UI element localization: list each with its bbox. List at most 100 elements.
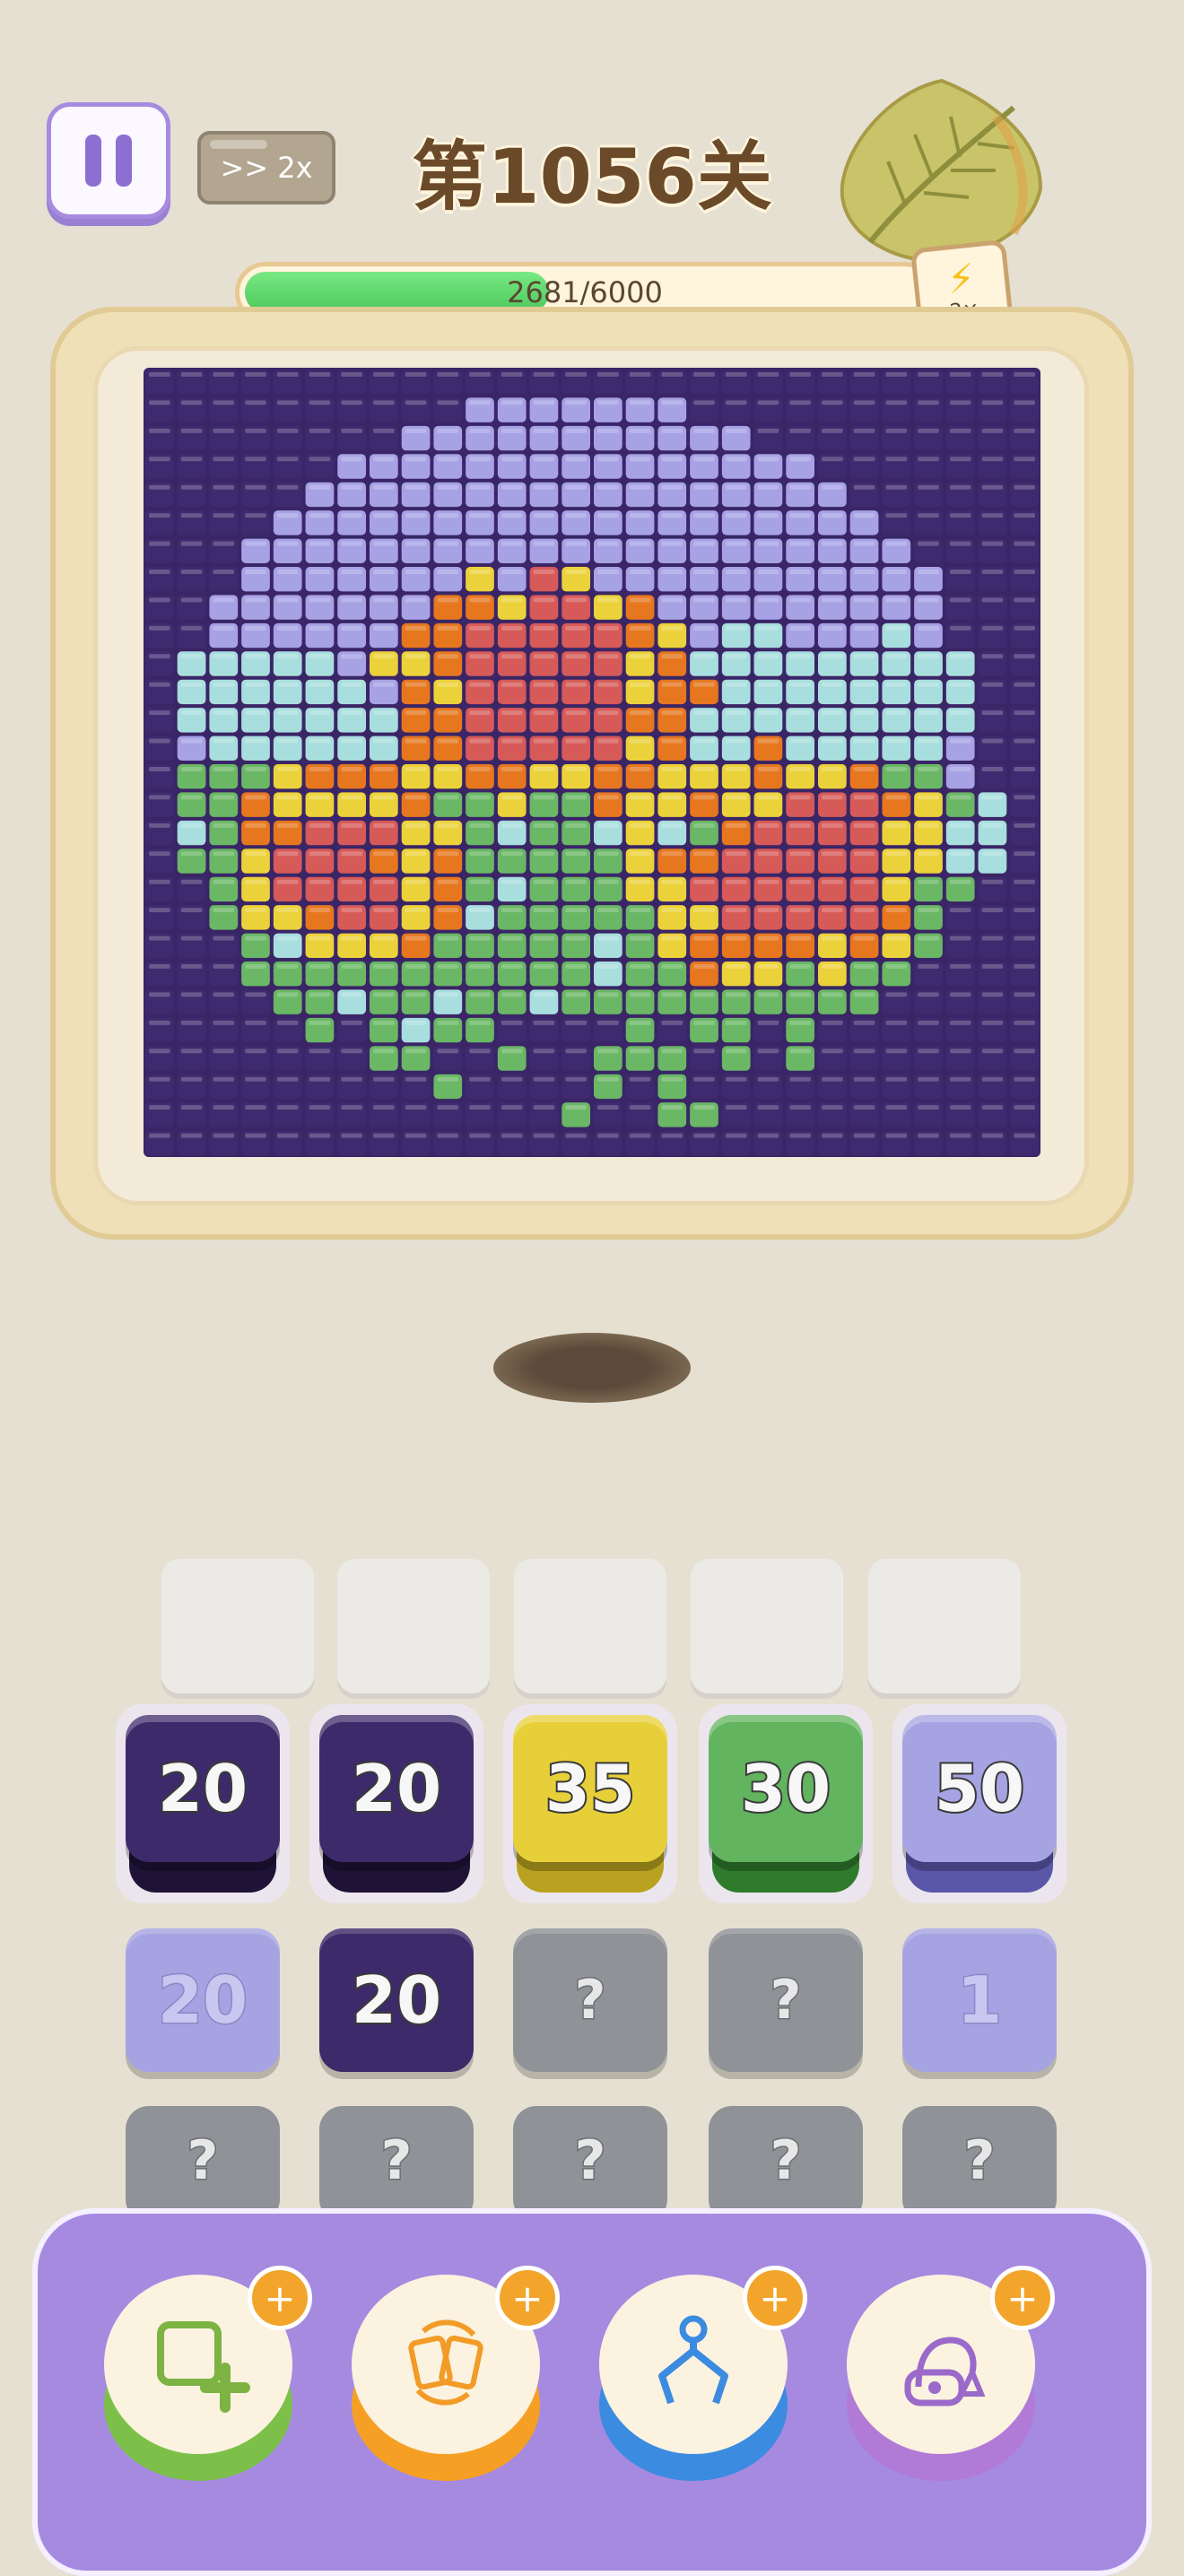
pixel-highlight	[725, 767, 747, 771]
pixel-highlight	[533, 908, 555, 913]
pixel-highlight	[693, 457, 715, 462]
pixel-highlight	[789, 1020, 811, 1025]
hidden-tile: ?	[709, 2106, 863, 2223]
pixel-highlight	[822, 428, 843, 433]
pixel-highlight	[822, 457, 843, 462]
pixel-highlight	[853, 372, 875, 377]
pixel-highlight	[276, 992, 299, 997]
pixel-highlight	[213, 457, 235, 462]
pixel-highlight	[469, 654, 491, 659]
pixel-highlight	[597, 625, 619, 631]
pixel-highlight	[437, 710, 459, 716]
pixel-highlight	[885, 597, 908, 603]
speed-button[interactable]: >> 2x	[197, 131, 335, 205]
pixel-highlight	[918, 851, 939, 857]
pixel-highlight	[693, 908, 715, 913]
pixel-highlight	[276, 484, 299, 490]
plus-badge[interactable]: +	[990, 2266, 1055, 2330]
tool-button[interactable]: +	[104, 2266, 312, 2490]
pixel-highlight	[405, 484, 427, 490]
pixel-highlight	[213, 795, 235, 800]
pixel-highlight	[180, 992, 203, 997]
pixel-highlight	[276, 682, 299, 687]
pixel-highlight	[469, 597, 491, 603]
pixel-highlight	[661, 992, 683, 997]
pixel-highlight	[276, 372, 299, 377]
pixel-highlight	[661, 851, 683, 857]
pixel-highlight	[725, 992, 747, 997]
pixel-highlight	[822, 372, 843, 377]
pixel-highlight	[949, 992, 971, 997]
pixel-highlight	[213, 1020, 235, 1025]
pixel-highlight	[789, 682, 811, 687]
pixel-highlight	[853, 400, 875, 405]
pixel-highlight	[629, 738, 651, 744]
number-tile[interactable]: 20	[319, 1928, 474, 2072]
pixel-highlight	[981, 428, 1004, 433]
tile-value: ?	[573, 1968, 607, 2033]
pixel-highlight	[245, 1105, 266, 1110]
pixel-highlight	[501, 738, 523, 744]
pixel-highlight	[437, 738, 459, 744]
number-tile[interactable]: 50	[902, 1715, 1057, 1862]
pixel-highlight	[565, 1133, 587, 1138]
pixel-highlight	[149, 1020, 170, 1025]
pixel-highlight	[149, 767, 170, 771]
pixel-highlight	[533, 1133, 555, 1138]
pixel-highlight	[725, 851, 747, 857]
pixel-highlight	[565, 1049, 587, 1054]
pixel-highlight	[885, 682, 908, 687]
pixel-highlight	[533, 992, 555, 997]
pixel-highlight	[661, 400, 683, 405]
plus-badge[interactable]: +	[495, 2266, 560, 2330]
pixel-highlight	[405, 597, 427, 603]
pixel-highlight	[757, 822, 779, 828]
pixel-highlight	[918, 428, 939, 433]
pixel-highlight	[789, 400, 811, 405]
number-tile[interactable]: 20	[126, 1715, 280, 1862]
pixel-highlight	[661, 767, 683, 771]
pixel-highlight	[918, 822, 939, 828]
pixel-highlight	[373, 1020, 395, 1025]
pixel-highlight	[725, 428, 747, 433]
tool-button[interactable]: +	[599, 2266, 807, 2490]
pixel-highlight	[949, 964, 971, 969]
pause-button[interactable]	[47, 102, 170, 219]
pixel-highlight	[276, 457, 299, 462]
pixel-highlight	[981, 767, 1004, 771]
pixel-highlight	[341, 625, 362, 631]
pixel-highlight	[661, 457, 683, 462]
pixel-highlight	[693, 822, 715, 828]
number-tile[interactable]: 1	[902, 1928, 1057, 2072]
pixel-highlight	[949, 428, 971, 433]
number-tile[interactable]: 30	[709, 1715, 863, 1862]
pixel-highlight	[245, 908, 266, 913]
pixel-highlight	[341, 1049, 362, 1054]
plus-badge[interactable]: +	[248, 2266, 312, 2330]
pixel-highlight	[757, 513, 779, 518]
pixel-highlight	[565, 795, 587, 800]
pixel-highlight	[629, 710, 651, 716]
pixel-highlight	[565, 710, 587, 716]
plus-badge[interactable]: +	[743, 2266, 807, 2330]
number-tile[interactable]: 20	[319, 1715, 474, 1862]
pixel-highlight	[693, 682, 715, 687]
pixel-highlight	[213, 1076, 235, 1082]
pixel-highlight	[725, 484, 747, 490]
tool-button[interactable]: +	[352, 2266, 560, 2490]
pixel-highlight	[629, 457, 651, 462]
pixel-highlight	[245, 597, 266, 603]
number-tile[interactable]: 20	[126, 1928, 280, 2072]
pixel-highlight	[373, 625, 395, 631]
pixel-highlight	[822, 1020, 843, 1025]
pixel-highlight	[597, 400, 619, 405]
pixel-highlight	[757, 625, 779, 631]
pixel-highlight	[501, 851, 523, 857]
pixel-highlight	[822, 400, 843, 405]
pixel-highlight	[981, 964, 1004, 969]
number-tile[interactable]: 35	[513, 1715, 667, 1862]
tool-button[interactable]: +	[847, 2266, 1055, 2490]
pixel-highlight	[597, 457, 619, 462]
pixel-highlight	[341, 822, 362, 828]
pixel-highlight	[789, 1133, 811, 1138]
